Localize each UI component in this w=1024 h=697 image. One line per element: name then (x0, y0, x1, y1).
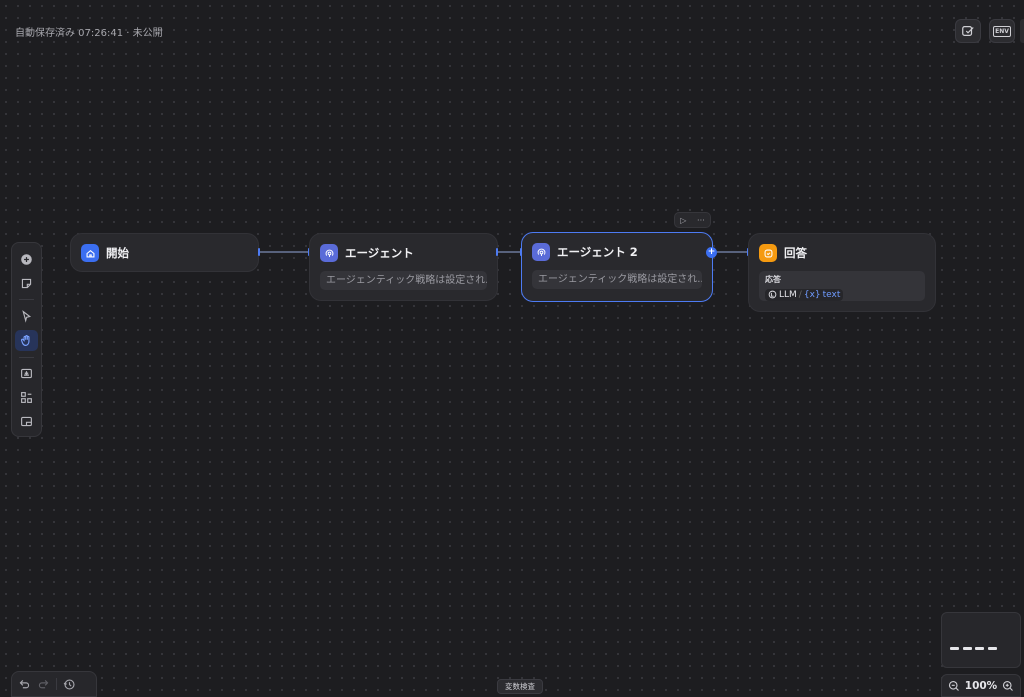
env-label: ENV (993, 25, 1011, 37)
variable-separator: / (798, 289, 802, 300)
env-button[interactable]: ENV (989, 19, 1015, 43)
start-output-handle[interactable] (258, 248, 260, 256)
add-node-button[interactable] (15, 249, 38, 269)
layout-grid-icon (21, 392, 32, 404)
answer-field-label: 応答 (765, 275, 781, 284)
agent-icon (532, 243, 550, 261)
minimap-node (950, 647, 959, 650)
variable-source: LLM (779, 289, 797, 300)
note-icon (21, 278, 32, 288)
minimap-toggle-button[interactable] (15, 412, 38, 432)
toolbar-divider (19, 356, 34, 358)
history-icon[interactable] (63, 678, 76, 691)
answer-icon (759, 244, 777, 262)
undo-icon[interactable] (18, 678, 31, 691)
node-title: エージェント 2 (557, 245, 638, 259)
agent1-output-handle[interactable] (496, 248, 498, 256)
minimap-node (975, 647, 984, 650)
plus-circle-icon (21, 253, 32, 265)
llm-icon (768, 290, 777, 299)
hand-icon (21, 335, 30, 346)
variable-prefix: {x} (803, 289, 821, 300)
node-actions-bar: ▷ ··· (674, 212, 711, 228)
export-image-button[interactable] (15, 364, 38, 384)
more-options-icon[interactable]: ··· (697, 216, 705, 225)
minimap-icon (21, 417, 32, 427)
panel-edge[interactable] (1020, 19, 1024, 43)
toolbar-divider (19, 299, 34, 301)
minimap[interactable] (941, 612, 1021, 668)
history-controls (11, 671, 97, 697)
answer-field: 応答 LLM / {x} text (759, 271, 925, 301)
agent-icon (320, 244, 338, 262)
zoom-controls: 100% (941, 674, 1021, 697)
checklist-icon (962, 26, 974, 36)
node-title: 開始 (106, 246, 129, 260)
node-title: エージェント (345, 246, 414, 260)
node-title: 回答 (784, 246, 807, 260)
variable-inspect-button[interactable]: 変数検査 (497, 679, 543, 694)
node-start[interactable]: 開始 (70, 233, 259, 272)
node-agent-1[interactable]: エージェント エージェンティック戦略は設定され... (309, 233, 498, 301)
image-export-icon (21, 368, 32, 379)
pointer-mode-button[interactable] (15, 306, 38, 326)
variable-chip[interactable]: LLM / {x} text (765, 288, 844, 301)
zoom-level[interactable]: 100% (965, 680, 997, 692)
home-icon (81, 244, 99, 262)
edge-layer (259, 251, 748, 253)
minimap-node (963, 647, 972, 650)
run-node-icon[interactable]: ▷ (680, 216, 686, 225)
agent-strategy-summary: エージェンティック戦略は設定され... (532, 270, 702, 289)
zoom-out-icon[interactable] (948, 680, 960, 692)
divider (56, 678, 57, 690)
zoom-in-icon[interactable] (1002, 680, 1014, 692)
hand-mode-button[interactable] (15, 330, 38, 351)
agent-strategy-summary: エージェンティック戦略は設定され... (320, 271, 487, 290)
node-answer[interactable]: 回答 応答 LLM / {x} text (748, 233, 936, 312)
cursor-icon (22, 310, 32, 323)
canvas-toolbar (11, 242, 42, 437)
add-next-node-handle[interactable]: + (706, 247, 717, 258)
autosave-status: 自動保存済み 07:26:41 · 未公開 (15, 28, 163, 39)
redo-icon[interactable] (37, 678, 50, 691)
add-note-button[interactable] (15, 273, 38, 293)
variable-name: text (822, 289, 841, 300)
checklist-button[interactable] (955, 19, 981, 43)
node-agent-2[interactable]: エージェント 2 エージェンティック戦略は設定され... (521, 232, 713, 302)
minimap-node (988, 647, 997, 650)
organize-nodes-button[interactable] (15, 388, 38, 408)
